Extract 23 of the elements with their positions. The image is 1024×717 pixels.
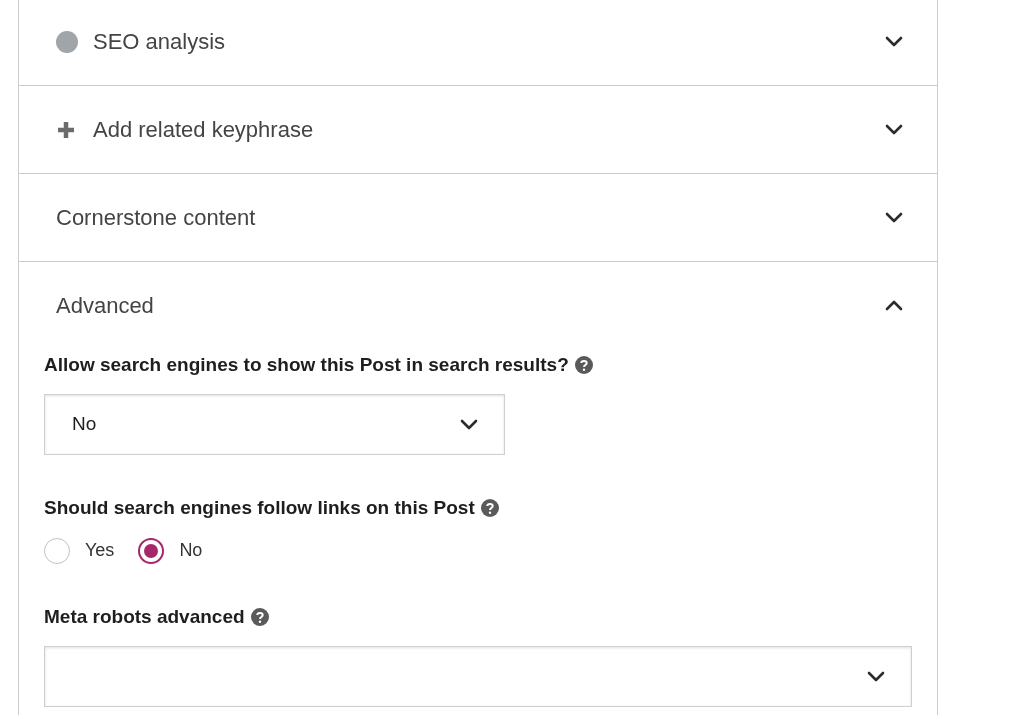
chevron-up-icon (885, 300, 903, 311)
radio-button[interactable] (44, 537, 70, 564)
field-label: Should search engines follow links on this Post (44, 496, 475, 520)
help-icon[interactable] (574, 356, 593, 374)
help-icon[interactable] (480, 499, 499, 517)
section-header[interactable]: Cornerstone content (19, 174, 937, 261)
select-field[interactable]: No (44, 394, 505, 455)
chevron-down-icon (460, 419, 478, 430)
plus-icon (56, 119, 76, 140)
section-header[interactable]: Add related keyphrase (19, 86, 937, 173)
radio-button[interactable] (138, 537, 165, 564)
section-header[interactable]: Advanced (19, 262, 937, 349)
radio-option[interactable]: No (138, 537, 203, 564)
field-label: Meta robots advanced (44, 605, 245, 629)
radio-option[interactable]: Yes (44, 537, 115, 564)
field-label: Allow search engines to show this Post in search results? (44, 353, 569, 377)
help-icon[interactable] (250, 608, 269, 626)
section-header[interactable]: SEO analysis (19, 0, 937, 85)
chevron-down-icon (867, 671, 885, 682)
select-field[interactable] (44, 646, 912, 707)
chevron-down-icon (885, 124, 903, 135)
chevron-down-icon (885, 36, 903, 47)
chevron-down-icon (885, 212, 903, 223)
